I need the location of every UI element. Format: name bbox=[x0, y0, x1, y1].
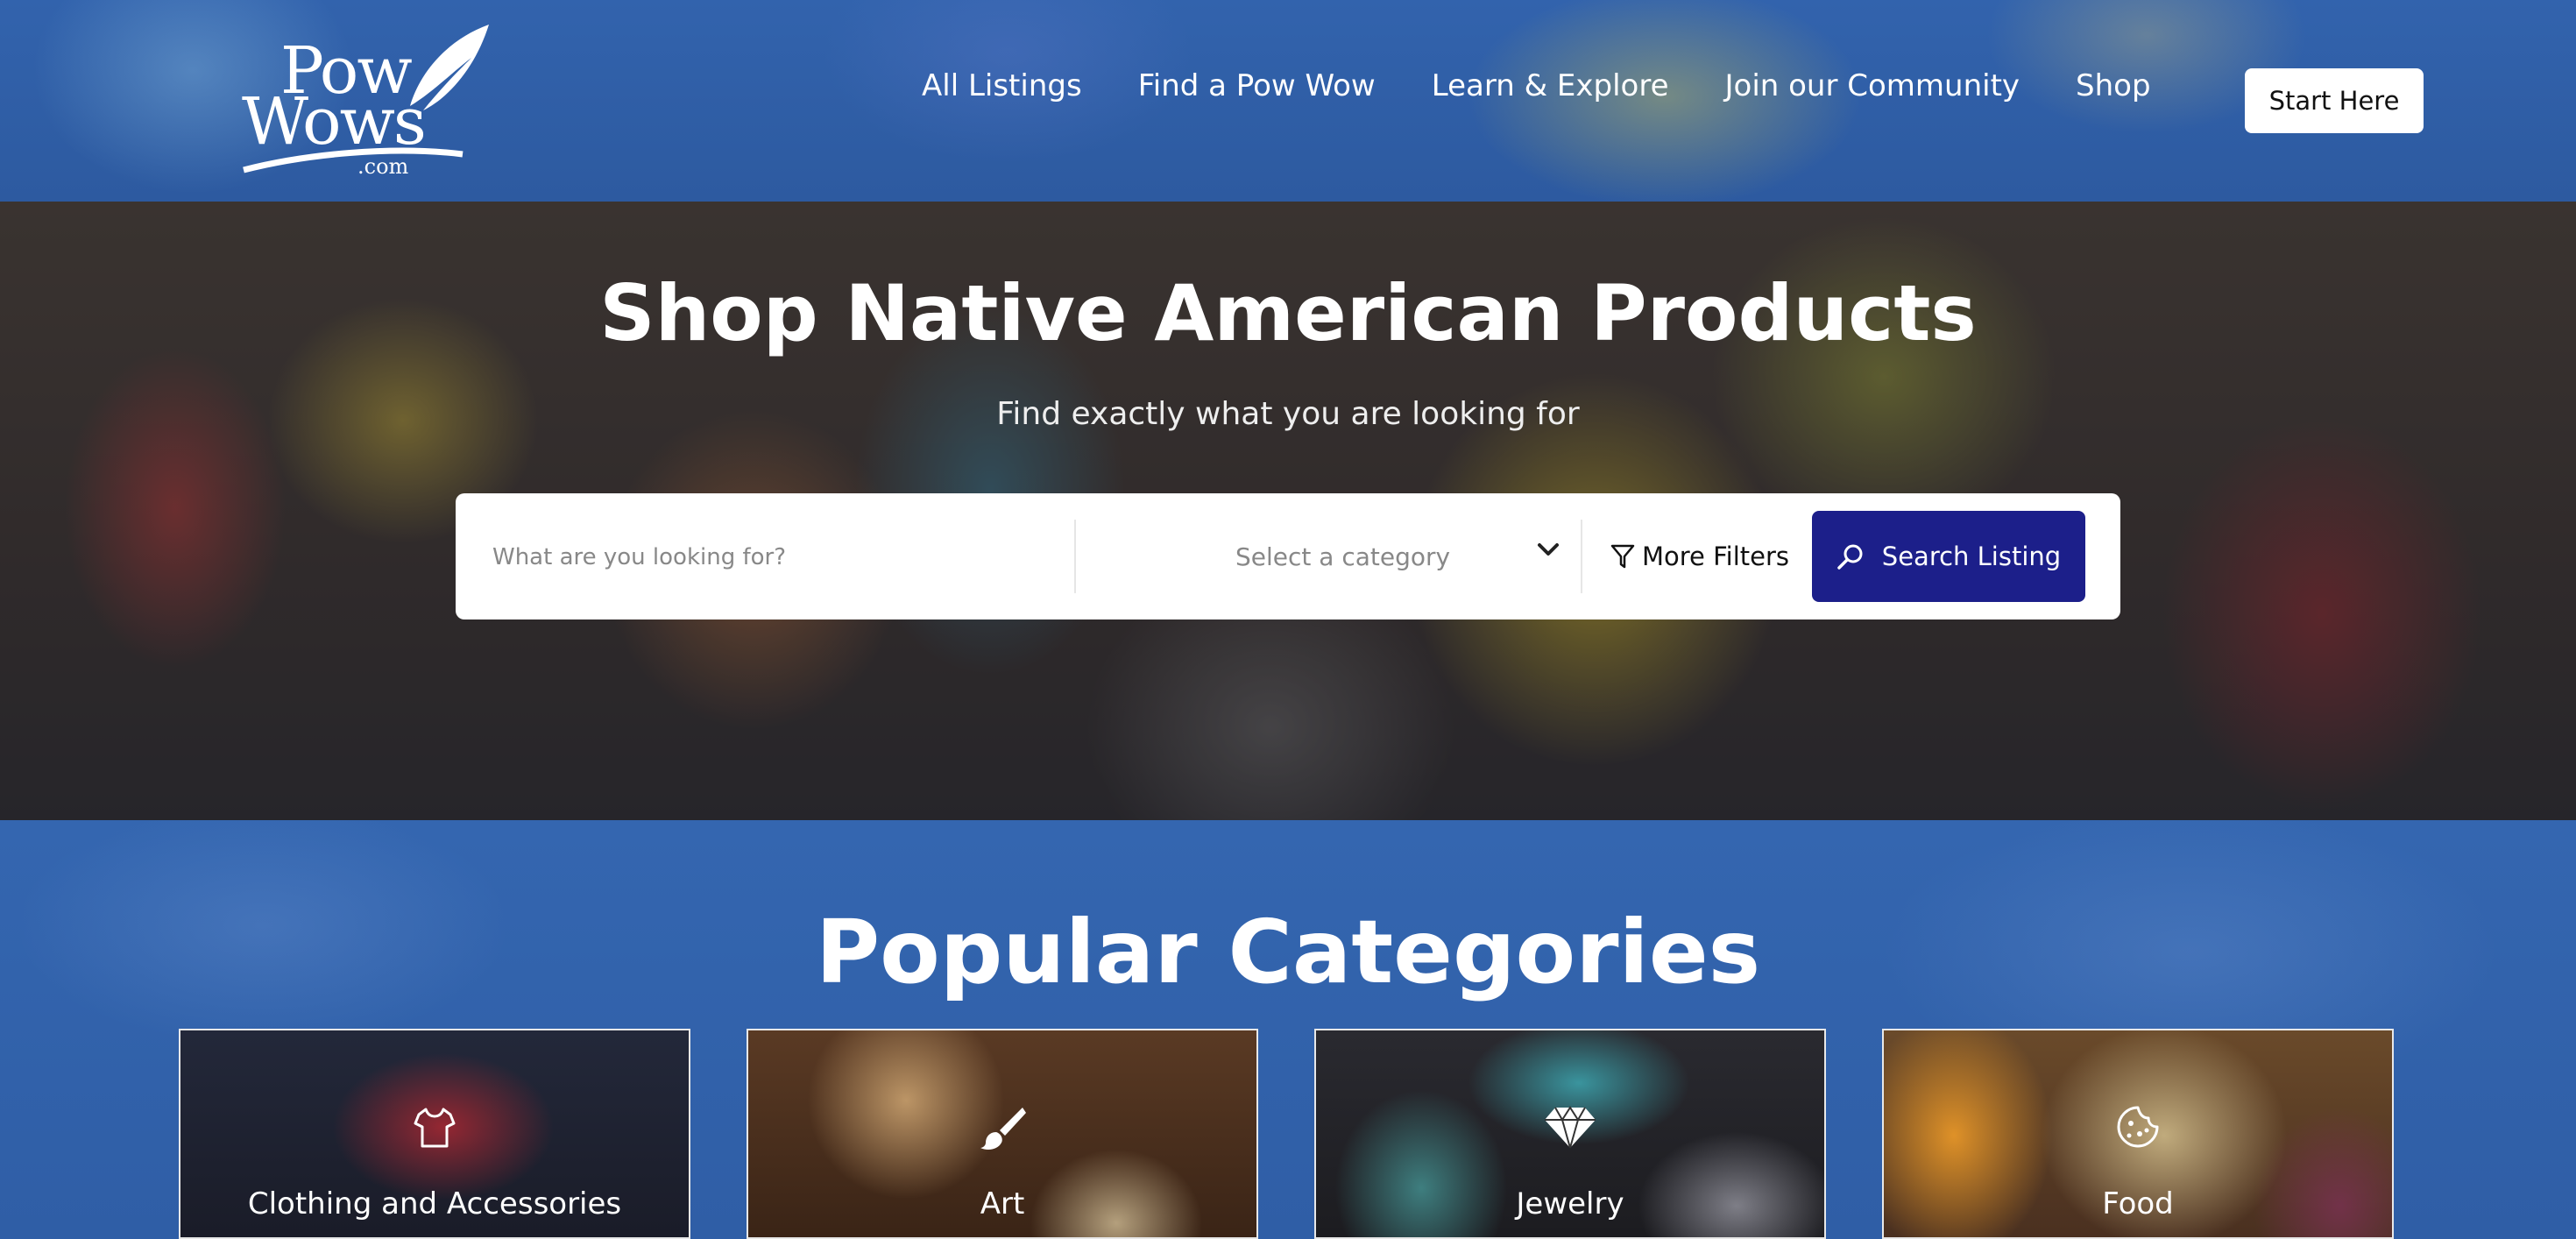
hero-subtitle: Find exactly what you are looking for bbox=[996, 396, 1580, 432]
more-filters-button[interactable]: More Filters bbox=[1610, 493, 1789, 620]
logo-text-wows: Wows bbox=[242, 84, 427, 159]
search-divider bbox=[1074, 520, 1076, 593]
search-icon bbox=[1837, 544, 1863, 570]
start-here-button[interactable]: Start Here bbox=[2245, 68, 2424, 133]
category-label: Food bbox=[2102, 1186, 2174, 1221]
popular-categories-section: Popular Categories Clothing and Accessor… bbox=[0, 820, 2576, 1239]
site-header: Pow Wows .com All Listings Find a Pow Wo… bbox=[0, 0, 2576, 202]
category-card-jewelry[interactable]: Jewelry bbox=[1314, 1029, 1826, 1239]
search-input[interactable] bbox=[491, 493, 1055, 621]
category-label: Jewelry bbox=[1516, 1186, 1624, 1221]
nav-join-community[interactable]: Join our Community bbox=[1725, 68, 2020, 103]
diamond-icon bbox=[1545, 1106, 1596, 1149]
cookie-icon bbox=[2117, 1106, 2159, 1148]
category-select[interactable]: Select a category bbox=[1235, 493, 1560, 620]
nav-shop[interactable]: Shop bbox=[2076, 68, 2151, 103]
more-filters-label: More Filters bbox=[1642, 542, 1790, 571]
category-label: Art bbox=[980, 1186, 1025, 1221]
chevron-down-icon bbox=[1538, 543, 1559, 556]
search-divider bbox=[1581, 520, 1582, 593]
shirt-icon bbox=[414, 1108, 456, 1148]
category-label: Clothing and Accessories bbox=[247, 1186, 622, 1221]
nav-all-listings[interactable]: All Listings bbox=[922, 68, 1082, 103]
category-card-art[interactable]: Art bbox=[747, 1029, 1258, 1239]
category-select-label: Select a category bbox=[1235, 542, 1451, 571]
category-card-food[interactable]: Food bbox=[1882, 1029, 2394, 1239]
filter-icon bbox=[1610, 544, 1635, 569]
logo-text-com: .com bbox=[357, 154, 409, 179]
hero-section: Shop Native American Products Find exact… bbox=[0, 202, 2576, 820]
nav-learn-explore[interactable]: Learn & Explore bbox=[1432, 68, 1669, 103]
main-nav: All Listings Find a Pow Wow Learn & Expl… bbox=[922, 68, 2207, 103]
search-listing-button[interactable]: Search Listing bbox=[1812, 511, 2085, 602]
site-logo[interactable]: Pow Wows .com bbox=[235, 23, 498, 181]
paintbrush-icon bbox=[980, 1108, 1026, 1150]
search-bar: Select a category More Filters Search Li… bbox=[456, 493, 2120, 621]
search-listing-label: Search Listing bbox=[1881, 542, 2062, 571]
hero-title: Shop Native American Products bbox=[599, 268, 1977, 358]
nav-find-pow-wow[interactable]: Find a Pow Wow bbox=[1138, 68, 1376, 103]
category-card-clothing[interactable]: Clothing and Accessories bbox=[179, 1029, 690, 1239]
popular-categories-title: Popular Categories bbox=[815, 901, 1761, 1003]
